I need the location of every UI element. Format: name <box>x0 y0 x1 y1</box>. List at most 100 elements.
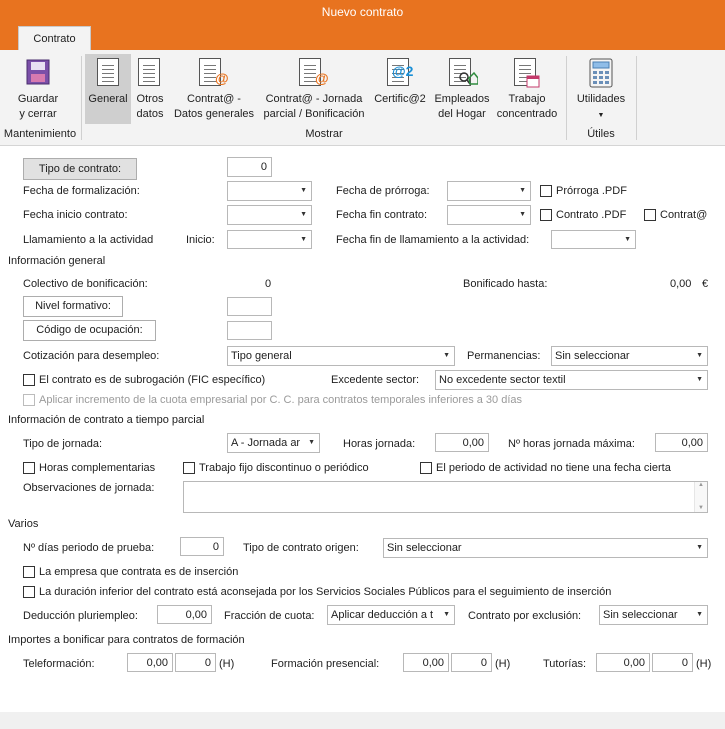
fecha-fin-picker[interactable]: ▼ <box>447 205 531 225</box>
fecha-fin-label: Fecha fin contrato: <box>336 209 428 221</box>
nivel-formativo-input[interactable] <box>227 297 272 316</box>
contrata-label: Contrat@ <box>660 209 708 221</box>
tipo-contrato-input[interactable]: 0 <box>227 157 272 177</box>
duracion-inferior-label: La duración inferior del contrato está a… <box>39 586 612 598</box>
otros-datos-button[interactable]: Otros datos <box>133 54 167 124</box>
at-icon: @ <box>215 70 229 86</box>
incremento-checkbox[interactable] <box>23 394 35 406</box>
fraccion-label: Fracción de cuota: <box>224 610 315 622</box>
chevron-down-icon: ▼ <box>624 236 631 243</box>
fecha-fin-llamamiento-picker[interactable]: ▼ <box>551 230 636 249</box>
prorroga-pdf-label: Prórroga .PDF <box>556 185 627 197</box>
horas-jornada-input[interactable]: 0,00 <box>435 433 489 452</box>
observaciones-scrollbar[interactable]: ▲ ▼ <box>694 482 707 512</box>
presencial-hours-input[interactable]: 0 <box>451 653 492 672</box>
chevron-down-icon: ▼ <box>519 211 526 218</box>
empleados-hogar-label: Empleados del Hogar <box>434 93 490 120</box>
fecha-inicio-picker[interactable]: ▼ <box>227 205 312 225</box>
codigo-ocupacion-input[interactable] <box>227 321 272 340</box>
contrata-datos-button[interactable]: @ Contrat@ - Datos generales <box>172 54 256 124</box>
nivel-formativo-button[interactable]: Nivel formativo: <box>23 296 123 317</box>
tab-strip <box>0 24 725 50</box>
chevron-down-icon: ▼ <box>308 434 315 452</box>
tab-contrato[interactable]: Contrato <box>18 26 91 50</box>
excedente-select[interactable]: No excedente sector textil ▼ <box>435 370 708 390</box>
trabajo-concentrado-button[interactable]: Trabajo concentrado <box>494 54 560 124</box>
horas-complementarias-checkbox[interactable] <box>23 462 35 474</box>
observaciones-textarea[interactable]: ▲ ▼ <box>183 481 708 513</box>
chevron-down-icon: ▼ <box>696 376 703 383</box>
codigo-ocupacion-button[interactable]: Código de ocupación: <box>23 320 156 341</box>
exclusion-select[interactable]: Sin seleccionar ▼ <box>599 605 708 625</box>
contrata-checkbox[interactable] <box>644 209 656 221</box>
duracion-inferior-checkbox[interactable] <box>23 586 35 598</box>
permanencias-value: Sin seleccionar <box>555 350 630 362</box>
at-icon: @ <box>315 70 329 86</box>
contrato-pdf-checkbox[interactable] <box>540 209 552 221</box>
tipo-jornada-value: A - Jornada ar <box>231 437 301 449</box>
permanencias-label: Permanencias: <box>467 350 541 362</box>
ribbon-separator <box>636 56 637 140</box>
fraccion-value: Aplicar deducción a t <box>331 609 434 621</box>
subrogacion-checkbox[interactable] <box>23 374 35 386</box>
document-icon <box>138 58 160 86</box>
fecha-formalizacion-picker[interactable]: ▼ <box>227 181 312 201</box>
tipo-origen-value: Sin seleccionar <box>387 542 462 554</box>
document-icon <box>97 58 119 86</box>
bonificado-value: 0,00 <box>670 278 692 290</box>
tipo-origen-select[interactable]: Sin seleccionar ▼ <box>383 538 708 558</box>
cotizacion-select[interactable]: Tipo general ▼ <box>227 346 455 366</box>
scroll-down-icon[interactable]: ▼ <box>698 505 704 511</box>
fecha-fin-llamamiento-label: Fecha fin de llamamiento a la actividad: <box>336 234 530 246</box>
deduccion-input[interactable]: 0,00 <box>157 605 212 624</box>
tipo-jornada-select[interactable]: A - Jornada ar ▼ <box>227 433 320 453</box>
fraccion-select[interactable]: Aplicar deducción a t ▼ <box>327 605 455 625</box>
chevron-down-icon: ▼ <box>443 606 450 624</box>
incremento-label: Aplicar incremento de la cuota empresari… <box>39 394 523 406</box>
euro-symbol: € <box>702 278 709 290</box>
tutorias-hours-input[interactable]: 0 <box>652 653 693 672</box>
certifica-button[interactable]: @2 Certific@2 <box>372 54 428 124</box>
group-mostrar: Mostrar <box>305 128 343 140</box>
empleados-hogar-button[interactable]: Empleados del Hogar <box>432 54 492 124</box>
fecha-formalizacion-label: Fecha de formalización: <box>23 185 140 197</box>
deduccion-label: Deducción pluriempleo: <box>23 610 138 622</box>
empresa-insercion-checkbox[interactable] <box>23 566 35 578</box>
tutorias-input[interactable]: 0,00 <box>596 653 650 672</box>
contrata-datos-label: Contrat@ - Datos generales <box>173 93 255 120</box>
scroll-up-icon[interactable]: ▲ <box>698 482 704 488</box>
periodo-actividad-checkbox[interactable] <box>420 462 432 474</box>
colectivo-value: 0 <box>265 278 272 290</box>
fecha-inicio-label: Fecha inicio contrato: <box>23 209 128 221</box>
teleformacion-hours-input[interactable]: 0 <box>175 653 216 672</box>
colectivo-label: Colectivo de bonificación: <box>23 278 148 290</box>
trabajo-concentrado-label: Trabajo concentrado <box>496 93 558 120</box>
chevron-down-icon: ▼ <box>696 544 703 551</box>
fecha-prorroga-picker[interactable]: ▼ <box>447 181 531 201</box>
tipo-contrato-button[interactable]: Tipo de contrato: <box>23 158 137 180</box>
horas-max-input[interactable]: 0,00 <box>655 433 708 452</box>
dias-prueba-input[interactable]: 0 <box>180 537 224 556</box>
chevron-down-icon: ▼ <box>597 112 605 119</box>
cotizacion-value: Tipo general <box>231 350 292 362</box>
llamamiento-inicio-picker[interactable]: ▼ <box>227 230 312 249</box>
excedente-value: No excedente sector textil <box>439 374 566 386</box>
permanencias-select[interactable]: Sin seleccionar ▼ <box>551 346 708 366</box>
prorroga-pdf-checkbox[interactable] <box>540 185 552 197</box>
fijo-discontinuo-checkbox[interactable] <box>183 462 195 474</box>
save-close-button[interactable]: Guardar y cerrar <box>10 50 66 122</box>
calculator-icon <box>589 58 613 88</box>
horas-jornada-label: Horas jornada: <box>343 438 416 450</box>
utilidades-button[interactable]: Utilidades ▼ <box>570 54 632 124</box>
save-close-label: Guardar y cerrar <box>17 93 59 120</box>
certifica-label: Certific@2 <box>374 93 426 105</box>
presencial-input[interactable]: 0,00 <box>403 653 449 672</box>
subrogacion-label: El contrato es de subrogación (FIC espec… <box>39 374 266 386</box>
general-button[interactable]: General <box>85 54 131 124</box>
fecha-prorroga-label: Fecha de prórroga: <box>336 185 430 197</box>
section-info-general: Información general <box>8 255 106 267</box>
teleformacion-input[interactable]: 0,00 <box>127 653 173 672</box>
chevron-down-icon: ▼ <box>300 211 307 218</box>
llamamiento-label: Llamamiento a la actividad <box>23 234 154 246</box>
contrata-jornada-button[interactable]: @ Contrat@ - Jornada parcial / Bonificac… <box>258 54 370 124</box>
